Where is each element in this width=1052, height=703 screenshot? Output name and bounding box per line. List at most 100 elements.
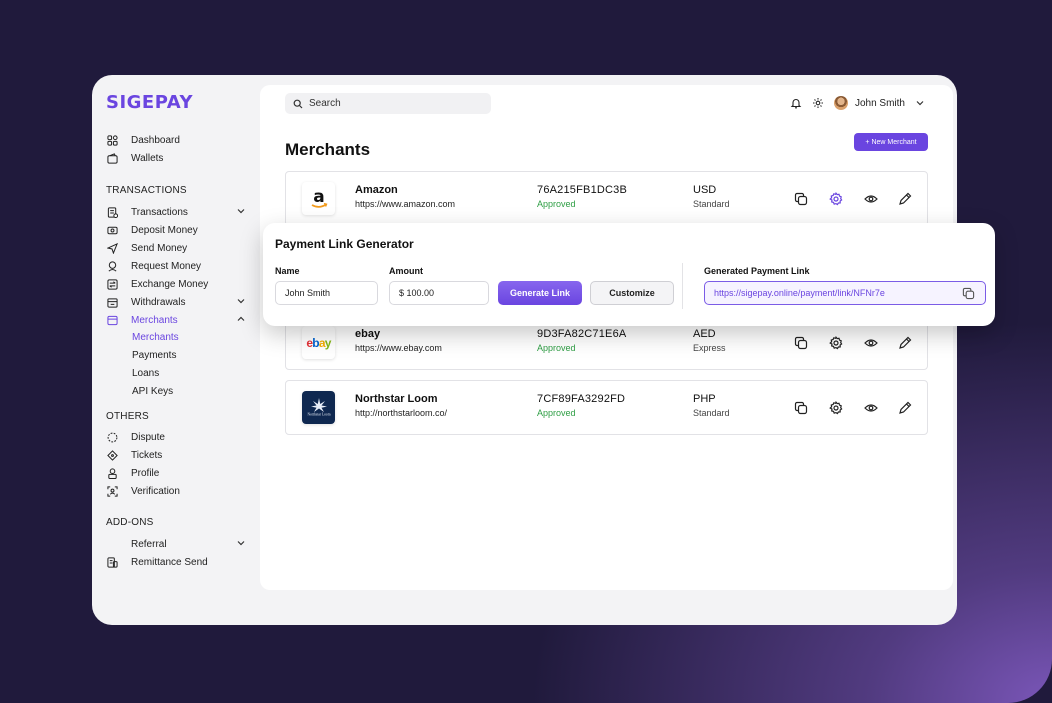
sidebar-item-transactions[interactable]: Transactions (106, 204, 246, 220)
avatar[interactable] (833, 96, 848, 110)
search-placeholder: Search (309, 98, 341, 109)
sidebar-item-verification[interactable]: Verification (106, 483, 246, 499)
chevron-up-icon[interactable] (236, 314, 246, 327)
sidebar-item-wallets[interactable]: Wallets (106, 150, 246, 166)
sidebar-item-label: Remittance Send (131, 556, 208, 568)
app-logo: SIGEPAY (106, 92, 194, 113)
sidebar-item-withdrawals[interactable]: Withdrawals (106, 294, 246, 310)
name-field[interactable]: John Smith (275, 281, 378, 305)
sidebar-item-dashboard[interactable]: Dashboard (106, 132, 246, 148)
verification-icon (106, 485, 118, 497)
northstar-loom-logo: Northstar Loom (302, 391, 335, 424)
gear-icon[interactable] (812, 97, 824, 109)
merchant-name: Northstar Loom (355, 393, 438, 405)
sidebar-item-label: Deposit Money (131, 224, 198, 236)
ebay-logo: ebay (302, 326, 335, 359)
merchant-currency: USD (693, 184, 717, 196)
sidebar-item-send-money[interactable]: Send Money (106, 240, 246, 256)
sidebar-item-label: Wallets (131, 152, 164, 164)
copy-icon[interactable] (962, 287, 975, 300)
send-icon (106, 242, 118, 254)
tickets-icon (106, 449, 118, 461)
header-actions: John Smith (780, 94, 925, 112)
section-title-others: OTHERS (106, 411, 149, 422)
sidebar-item-dispute[interactable]: Dispute (106, 429, 246, 445)
sidebar-subitem-merchants[interactable]: Merchants (132, 332, 179, 343)
section-title-transactions: TRANSACTIONS (106, 185, 187, 196)
eye-icon[interactable] (863, 400, 879, 416)
copy-icon[interactable] (793, 191, 809, 207)
merchant-plan: Standard (693, 408, 730, 418)
transactions-icon (106, 206, 118, 218)
merchant-id: 76A215FB1DC3B (537, 184, 628, 196)
request-icon (106, 260, 118, 272)
sidebar-item-label: Send Money (131, 242, 188, 254)
sidebar-item-label: Withdrawals (131, 296, 186, 308)
divider (682, 263, 683, 309)
sidebar-item-deposit-money[interactable]: Deposit Money (106, 222, 246, 238)
sidebar-subitem-api-keys[interactable]: API Keys (132, 386, 173, 397)
sidebar-item-label: Tickets (131, 449, 163, 461)
user-name[interactable]: John Smith (855, 98, 905, 109)
payment-link-generator: Payment Link Generator Name John Smith A… (263, 223, 995, 326)
generated-link-field[interactable]: https://sigepay.online/payment/link/NFNr… (704, 281, 986, 305)
merchant-currency: AED (693, 328, 716, 340)
gear-icon[interactable] (828, 400, 844, 416)
sidebar-item-exchange-money[interactable]: Exchange Money (106, 276, 246, 292)
chevron-down-icon[interactable] (915, 98, 925, 108)
merchant-currency: PHP (693, 393, 716, 405)
search-icon (293, 99, 303, 109)
sidebar-item-label: Dashboard (131, 134, 180, 146)
sidebar-item-merchants[interactable]: Merchants (106, 312, 246, 328)
eye-icon[interactable] (863, 191, 879, 207)
sidebar-item-profile[interactable]: Profile (106, 465, 246, 481)
svg-text:a: a (313, 187, 324, 207)
merchant-url: https://www.ebay.com (355, 343, 442, 353)
search-input[interactable]: Search (285, 93, 491, 114)
merchant-status: Approved (537, 199, 576, 209)
amazon-logo: a (302, 182, 335, 215)
eye-icon[interactable] (863, 335, 879, 351)
merchant-status: Approved (537, 343, 576, 353)
chevron-down-icon[interactable] (236, 296, 246, 309)
profile-icon (106, 467, 118, 479)
exchange-icon (106, 278, 118, 290)
popup-title: Payment Link Generator (275, 237, 414, 251)
sidebar-item-label: Profile (131, 467, 160, 479)
edit-icon[interactable] (897, 335, 913, 351)
generated-link-value: https://sigepay.online/payment/link/NFNr… (714, 288, 885, 298)
bell-icon[interactable] (790, 97, 802, 109)
merchant-id: 7CF89FA3292FD (537, 393, 626, 405)
withdrawals-icon (106, 296, 118, 308)
background: SIGEPAY Dashboard Wallets TRANSACTIONS T… (0, 0, 1052, 703)
sidebar-item-request-money[interactable]: Request Money (106, 258, 246, 274)
merchants-icon (106, 314, 118, 326)
sidebar-item-remittance-send[interactable]: Remittance Send (106, 554, 246, 570)
chevron-down-icon[interactable] (236, 538, 246, 551)
section-title-addons: ADD-ONS (106, 517, 154, 528)
sidebar: SIGEPAY Dashboard Wallets TRANSACTIONS T… (92, 75, 260, 625)
copy-icon[interactable] (793, 400, 809, 416)
customize-button[interactable]: Customize (590, 281, 674, 305)
page-title: Merchants (285, 140, 371, 159)
generate-link-button[interactable]: Generate Link (498, 281, 582, 305)
merchant-id: 9D3FA82C71E6A (537, 328, 627, 340)
name-value: John Smith (285, 288, 331, 298)
sidebar-item-referral[interactable]: Referral (106, 536, 246, 552)
edit-icon[interactable] (897, 191, 913, 207)
sidebar-item-label: Exchange Money (131, 278, 209, 290)
sidebar-subitem-loans[interactable]: Loans (132, 368, 159, 379)
amount-field[interactable]: $ 100.00 (389, 281, 489, 305)
gear-icon[interactable] (828, 191, 844, 207)
copy-icon[interactable] (793, 335, 809, 351)
gear-icon[interactable] (828, 335, 844, 351)
sidebar-item-tickets[interactable]: Tickets (106, 447, 246, 463)
edit-icon[interactable] (897, 400, 913, 416)
new-merchant-button[interactable]: + New Merchant (854, 133, 928, 151)
sidebar-item-label: Merchants (131, 314, 178, 326)
merchant-card-amazon[interactable]: a Amazon https://www.amazon.com 76A215FB… (285, 171, 928, 226)
merchant-card-northstar-loom[interactable]: Northstar Loom Northstar Loom http://nor… (285, 380, 928, 435)
merchant-status: Approved (537, 408, 576, 418)
sidebar-subitem-payments[interactable]: Payments (132, 350, 176, 361)
chevron-down-icon[interactable] (236, 206, 246, 219)
